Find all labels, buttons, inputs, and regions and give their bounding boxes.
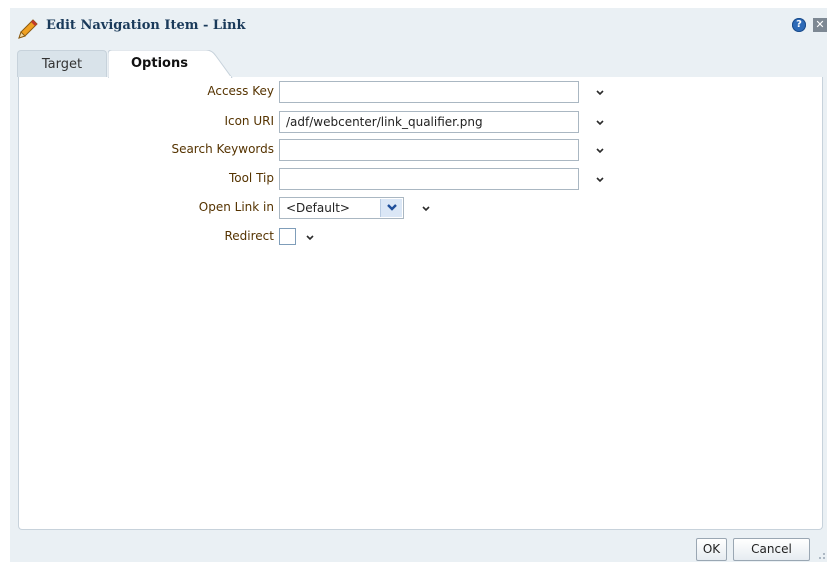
redirect-row: Redirect (19, 226, 822, 248)
chevron-down-icon[interactable] (594, 87, 606, 99)
chevron-down-icon[interactable] (594, 174, 606, 186)
edit-navigation-item-dialog: Edit Navigation Item - Link ? ✕ Target O… (10, 8, 827, 562)
dialog-title: Edit Navigation Item - Link (46, 18, 246, 33)
chevron-down-icon[interactable] (594, 117, 606, 129)
tool-tip-label: Tool Tip (228, 171, 274, 185)
chevron-down-icon[interactable] (304, 232, 316, 244)
cancel-button[interactable]: Cancel (733, 538, 810, 561)
access-key-label: Access Key (207, 84, 274, 98)
chevron-down-icon[interactable] (594, 145, 606, 157)
open-link-in-select[interactable]: <Default> (279, 197, 404, 219)
resize-grip-icon[interactable] (816, 550, 826, 560)
access-key-input[interactable] (279, 81, 579, 103)
tab-options[interactable]: Options (108, 50, 235, 78)
tool-tip-input[interactable] (279, 168, 579, 190)
search-keywords-input[interactable] (279, 139, 579, 161)
chevron-down-icon[interactable] (420, 203, 432, 215)
ok-button[interactable]: OK (696, 538, 727, 561)
options-panel: Access Key Icon URI /adf/webcenter/link_… (18, 77, 823, 530)
open-link-in-label: Open Link in (198, 200, 274, 214)
icon-uri-row: Icon URI /adf/webcenter/link_qualifier.p… (19, 111, 822, 133)
search-keywords-row: Search Keywords (19, 139, 822, 161)
close-icon[interactable]: ✕ (813, 18, 827, 32)
tab-target[interactable]: Target (17, 50, 107, 77)
dialog-titlebar: Edit Navigation Item - Link ? ✕ (10, 8, 827, 42)
redirect-label: Redirect (224, 229, 275, 243)
access-key-row: Access Key (19, 81, 822, 103)
dropdown-arrow-icon[interactable] (380, 199, 402, 217)
open-link-in-row: Open Link in <Default> (19, 197, 822, 219)
pencil-icon (18, 19, 38, 39)
open-link-in-value: <Default> (286, 201, 350, 215)
search-keywords-label: Search Keywords (171, 142, 274, 156)
tab-options-label: Options (131, 56, 188, 71)
icon-uri-label: Icon URI (224, 114, 274, 128)
tool-tip-row: Tool Tip (19, 168, 822, 190)
redirect-checkbox[interactable] (279, 228, 296, 245)
icon-uri-input[interactable]: /adf/webcenter/link_qualifier.png (279, 111, 579, 133)
help-icon[interactable]: ? (792, 18, 806, 32)
